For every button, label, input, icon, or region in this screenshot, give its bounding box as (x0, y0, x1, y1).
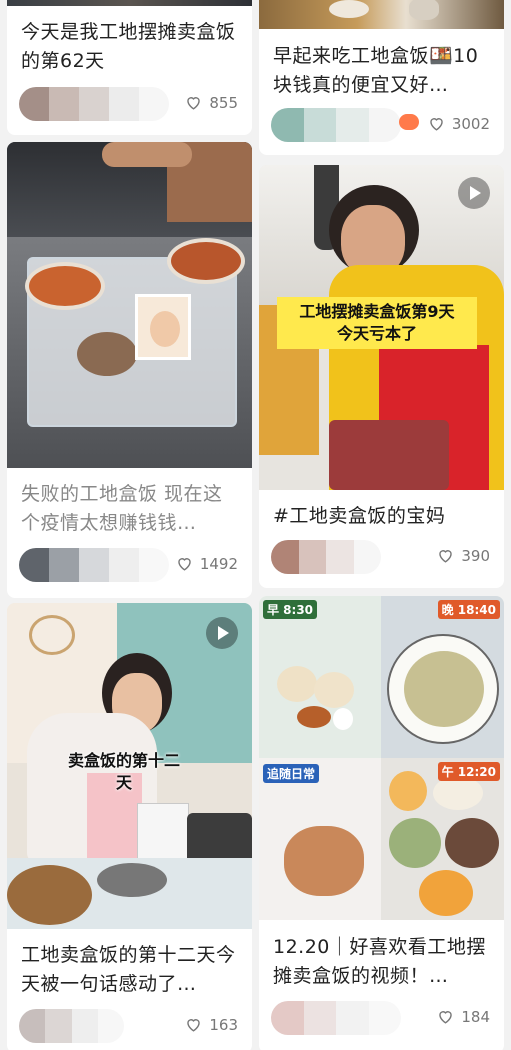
like-count[interactable]: 390 (436, 546, 490, 565)
heart-outline-icon[interactable] (175, 554, 194, 573)
heart-outline-icon[interactable] (436, 546, 455, 565)
like-count-value: 855 (209, 93, 238, 112)
daily-label: 追随日常 (263, 764, 320, 783)
like-count-value: 163 (209, 1015, 238, 1034)
heart-outline-icon[interactable] (184, 1015, 203, 1034)
like-count[interactable]: 3002 (427, 114, 490, 133)
play-icon[interactable] (458, 177, 490, 209)
post-thumbnail[interactable] (7, 0, 252, 6)
like-count[interactable]: 184 (436, 1007, 490, 1026)
like-count[interactable]: 1492 (175, 554, 238, 573)
post-meta: 855 (19, 87, 238, 121)
post-thumbnail[interactable]: 卖盒饭的第十二天 (7, 603, 252, 929)
heart-outline-icon[interactable] (436, 1007, 455, 1026)
post-card-2[interactable]: 早起来吃工地盒饭🍱10块钱真的便宜又好… 3002 (259, 0, 504, 155)
post-card-5[interactable]: 卖盒饭的第十二天 工地卖盒饭的第十二天今天被一句话感动了… 163 (7, 603, 252, 1050)
breakfast-time-label: 早 8:30 (263, 600, 318, 619)
video-caption: 卖盒饭的第十二天 (67, 751, 180, 792)
post-thumbnail[interactable] (259, 0, 504, 29)
like-count-value: 3002 (451, 114, 490, 133)
post-thumbnail[interactable]: 工地摆摊卖盒饭第9天 今天亏本了 (259, 165, 504, 490)
post-meta: 390 (271, 540, 490, 574)
post-card-4[interactable]: 工地摆摊卖盒饭第9天 今天亏本了 #工地卖盒饭的宝妈 390 (259, 165, 504, 588)
like-count-value: 184 (461, 1007, 490, 1026)
post-card-6[interactable]: 早 8:30 晚 18:40 追随日常 午 12:20 12.20｜好喜欢看工地… (259, 596, 504, 1050)
like-count[interactable]: 855 (184, 93, 238, 112)
author-avatar-blurred[interactable] (271, 540, 381, 574)
like-count-value: 390 (461, 546, 490, 565)
video-caption: 工地摆摊卖盒饭第9天 今天亏本了 (277, 297, 477, 349)
post-meta: 3002 (271, 108, 490, 142)
like-count-value: 1492 (199, 554, 238, 573)
post-title[interactable]: 失败的工地盒饭 现在这个疫情太想赚钱钱… (21, 480, 242, 538)
author-avatar-blurred[interactable] (19, 1009, 124, 1043)
post-title[interactable]: 工地卖盒饭的第十二天今天被一句话感动了… (21, 941, 242, 999)
author-avatar-blurred[interactable] (19, 87, 169, 121)
post-card-1[interactable]: 今天是我工地摆摊卖盒饭的第62天 855 (7, 0, 252, 135)
author-avatar-blurred[interactable] (271, 108, 401, 142)
post-meta: 184 (271, 1001, 490, 1035)
dinner-time-label: 晚 18:40 (437, 600, 500, 619)
play-icon[interactable] (206, 617, 238, 649)
post-card-3[interactable]: 失败的工地盒饭 现在这个疫情太想赚钱钱… 1492 (7, 142, 252, 598)
heart-outline-icon[interactable] (184, 93, 203, 112)
author-avatar-blurred[interactable] (271, 1001, 401, 1035)
octopus-emoji-icon (399, 114, 419, 130)
post-meta: 1492 (19, 548, 238, 582)
post-title[interactable]: 早起来吃工地盒饭🍱10块钱真的便宜又好… (273, 42, 494, 100)
like-count[interactable]: 163 (184, 1015, 238, 1034)
post-title[interactable]: #工地卖盒饭的宝妈 (273, 502, 494, 532)
author-avatar-blurred[interactable] (19, 548, 169, 582)
heart-outline-icon[interactable] (427, 114, 446, 133)
post-thumbnail[interactable]: 早 8:30 晚 18:40 追随日常 午 12:20 (259, 596, 504, 920)
post-title[interactable]: 今天是我工地摆摊卖盒饭的第62天 (21, 18, 242, 76)
post-thumbnail[interactable] (7, 142, 252, 468)
baby-sticker (135, 294, 191, 360)
lunch-time-label: 午 12:20 (437, 762, 500, 781)
post-meta: 163 (19, 1009, 238, 1043)
post-title[interactable]: 12.20｜好喜欢看工地摆摊卖盒饭的视频！… (273, 933, 494, 991)
